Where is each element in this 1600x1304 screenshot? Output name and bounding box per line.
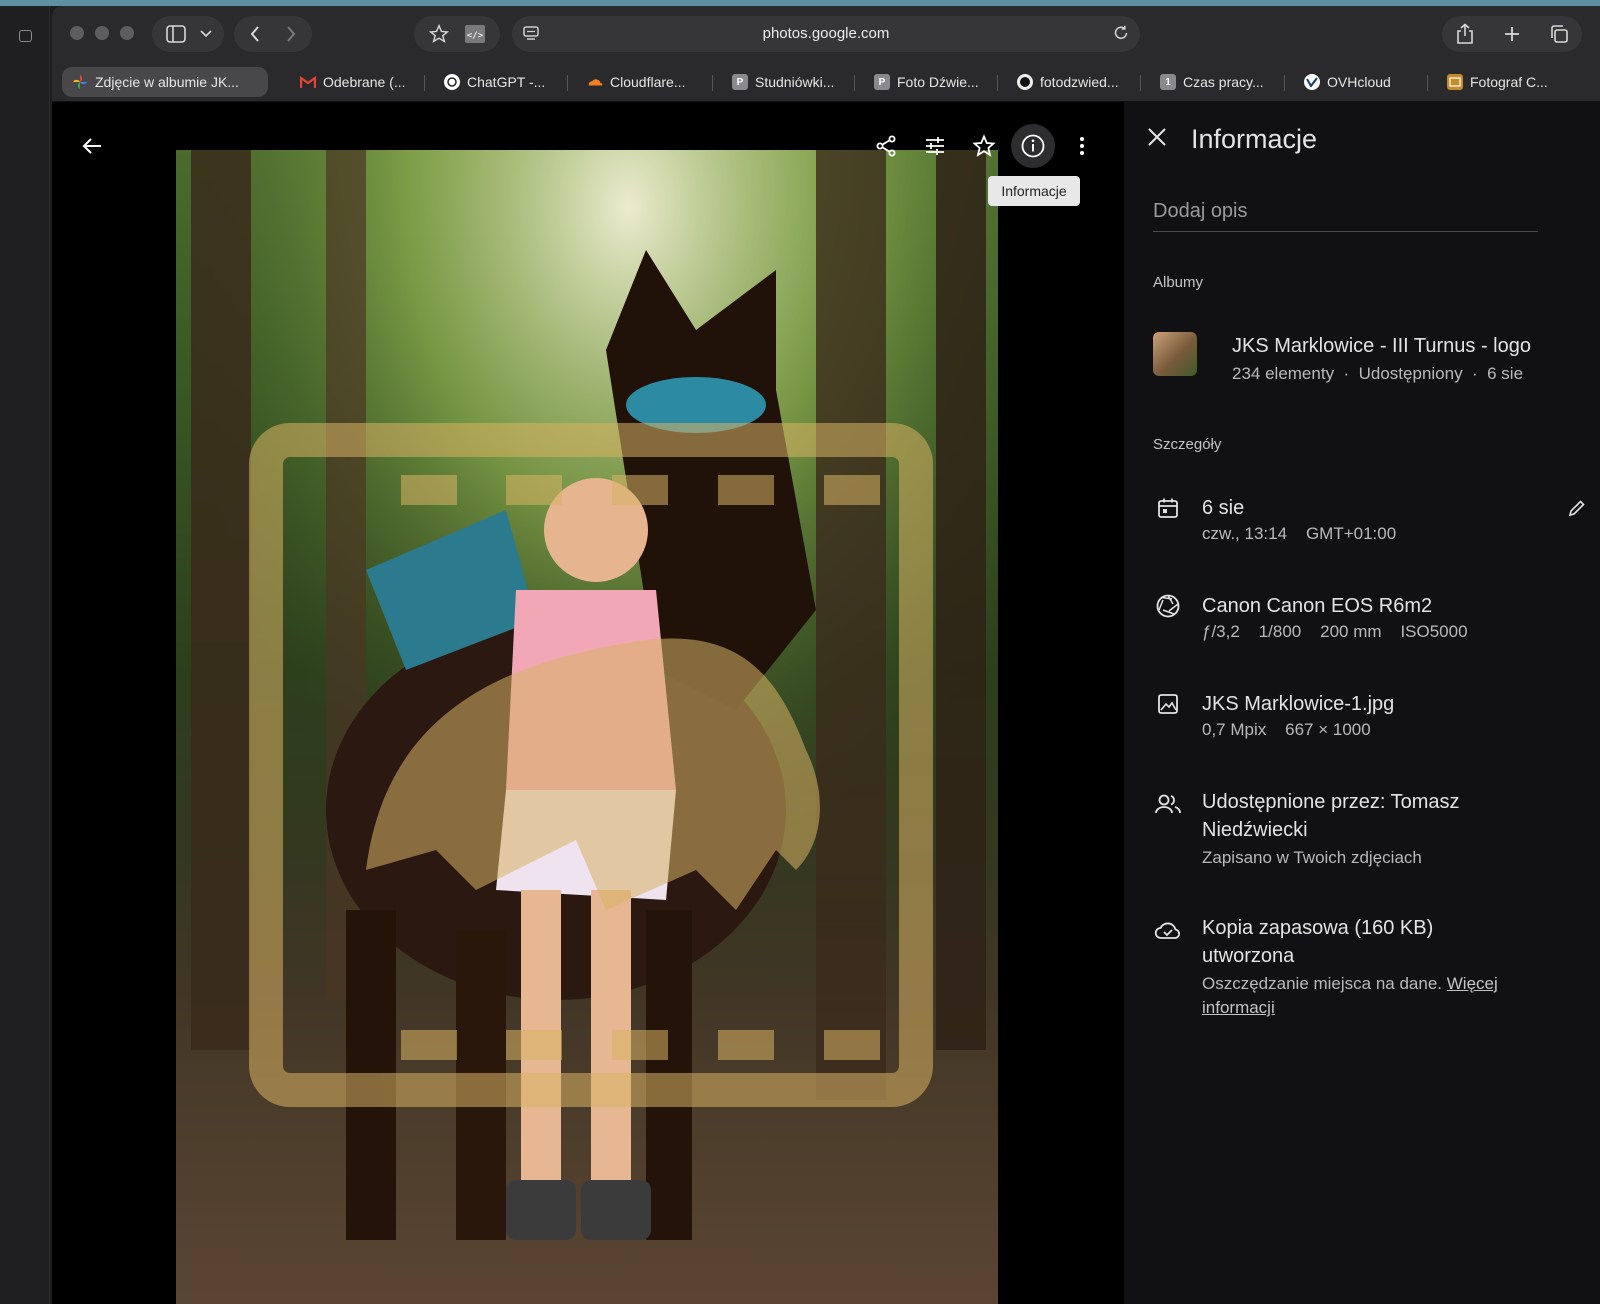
tab-bar: Zdjęcie w albumie JK... Odebrane (... Ch… — [52, 62, 1600, 102]
albums-heading: Albumy — [1153, 274, 1204, 291]
cloudflare-icon — [587, 74, 603, 90]
aperture-icon — [1154, 592, 1182, 620]
shared-saved-note: Zapisano w Twoich zdjęciach — [1202, 848, 1422, 867]
navigation-control — [234, 16, 312, 52]
back-arrow-icon[interactable] — [70, 124, 114, 168]
image-file-icon — [1154, 690, 1182, 718]
date-subtitle: czw., 13:14 GMT+01:00 — [1202, 524, 1397, 543]
close-icon[interactable] — [1146, 126, 1168, 153]
share-icon[interactable] — [864, 124, 908, 168]
info-tooltip: Informacje — [988, 176, 1080, 206]
tab-cloudflare[interactable]: Cloudflare... — [587, 67, 699, 97]
tab-foto-dzwie[interactable]: P Foto Dźwie... — [874, 67, 986, 97]
photo-illustration — [176, 150, 998, 1304]
back-icon[interactable] — [237, 16, 273, 52]
info-icon[interactable] — [1011, 124, 1055, 168]
album-meta: 234 elementy · Udostępniony · 6 sie — [1232, 364, 1524, 383]
camera-title: Canon Canon EOS R6m2 — [1202, 595, 1433, 617]
tab-fotograf[interactable]: Fotograf C... — [1447, 67, 1557, 97]
photo-viewer: Informacje — [52, 102, 1124, 1304]
description-input[interactable]: Dodaj opis — [1153, 200, 1538, 232]
backup-note: Oszczędzanie miejsca na dane. Więcej inf… — [1202, 972, 1522, 1020]
window-actions — [1442, 16, 1582, 52]
favorite-star-icon[interactable] — [962, 124, 1006, 168]
share-icon[interactable] — [1447, 16, 1483, 52]
panel-title: Informacje — [1191, 124, 1318, 154]
sidebar-strip — [0, 6, 50, 1304]
browser-window: </> photos.google.com Zdjęcie w albumie … — [52, 6, 1600, 1304]
photo-image[interactable] — [176, 150, 998, 1304]
tab-label: Cloudflare... — [610, 74, 686, 90]
tab-czas-pracy[interactable]: 1 Czas pracy... — [1160, 67, 1272, 97]
tab-studniowki[interactable]: P Studniówki... — [732, 67, 842, 97]
p-icon: P — [732, 74, 748, 90]
tab-overview-icon[interactable] — [1541, 16, 1577, 52]
close-window-button[interactable] — [70, 26, 84, 40]
one-icon: 1 — [1160, 74, 1176, 90]
chevron-down-icon[interactable] — [194, 16, 218, 52]
sidebar-icon[interactable] — [158, 16, 194, 52]
file-info: 0,7 Mpix 667 × 1000 — [1202, 720, 1371, 739]
tab-label: OVHcloud — [1327, 74, 1391, 90]
people-icon — [1154, 790, 1182, 818]
zoom-window-button[interactable] — [120, 26, 134, 40]
tab-ovhcloud[interactable]: OVHcloud — [1304, 67, 1414, 97]
browser-toolbar: </> photos.google.com — [52, 6, 1600, 62]
photo-icon — [1447, 74, 1463, 90]
tab-label: ChatGPT -... — [467, 74, 546, 90]
gmail-icon — [300, 74, 316, 90]
svg-text:</>: </> — [467, 31, 484, 41]
bookmark-star-icon[interactable] — [421, 16, 457, 52]
tab-chatgpt[interactable]: ChatGPT -... — [444, 67, 556, 97]
details-heading: Szczegóły — [1153, 436, 1222, 453]
url-text: photos.google.com — [762, 25, 890, 42]
new-tab-icon[interactable] — [1494, 16, 1530, 52]
sidebar-toggle-icon[interactable] — [19, 30, 32, 42]
backup-status: Kopia zapasowa (160 KB) utworzona — [1202, 917, 1434, 967]
github-icon — [1017, 74, 1033, 90]
tab-github[interactable]: fotodzwied... — [1017, 67, 1129, 97]
tab-label: Fotograf C... — [1470, 74, 1548, 90]
backup-note-text: Oszczędzanie miejsca na dane. — [1202, 974, 1443, 993]
edit-adjust-icon[interactable] — [913, 124, 957, 168]
reload-icon[interactable] — [1112, 24, 1130, 47]
album-name[interactable]: JKS Marklowice - III Turnus - logo — [1232, 332, 1531, 360]
tab-label: Studniówki... — [755, 74, 835, 90]
tab-label: Zdjęcie w albumie JK... — [95, 74, 239, 90]
info-panel: Informacje Dodaj opis Albumy JKS Marklow… — [1124, 102, 1600, 1304]
forward-icon[interactable] — [273, 16, 309, 52]
album-thumbnail[interactable] — [1153, 332, 1197, 376]
google-photos-icon — [72, 74, 88, 90]
tab-label: fotodzwied... — [1040, 74, 1119, 90]
calendar-icon — [1154, 494, 1182, 522]
sidebar-control[interactable] — [152, 16, 224, 52]
tab-gmail[interactable]: Odebrane (... — [300, 67, 410, 97]
file-name: JKS Marklowice-1.jpg — [1202, 693, 1395, 715]
edit-pencil-icon[interactable] — [1567, 498, 1587, 523]
tab-label: Foto Dźwie... — [897, 74, 979, 90]
extensions-control: </> — [414, 16, 500, 52]
tab-label: Odebrane (... — [323, 74, 406, 90]
tab-label: Czas pracy... — [1183, 74, 1264, 90]
code-extension-icon[interactable]: </> — [457, 16, 493, 52]
tab-google-photos[interactable]: Zdjęcie w albumie JK... — [62, 67, 268, 97]
address-bar[interactable]: photos.google.com — [512, 16, 1140, 52]
cloud-done-icon — [1154, 916, 1182, 944]
date-title: 6 sie — [1202, 497, 1245, 519]
camera-settings: ƒ/3,2 1/800 200 mm ISO5000 — [1202, 622, 1468, 641]
shared-by: Udostępnione przez: Tomasz Niedźwiecki — [1202, 791, 1460, 841]
chatgpt-icon — [444, 74, 460, 90]
more-options-icon[interactable] — [1060, 124, 1104, 168]
minimize-window-button[interactable] — [95, 26, 109, 40]
ovh-icon — [1304, 74, 1320, 90]
p-icon: P — [874, 74, 890, 90]
